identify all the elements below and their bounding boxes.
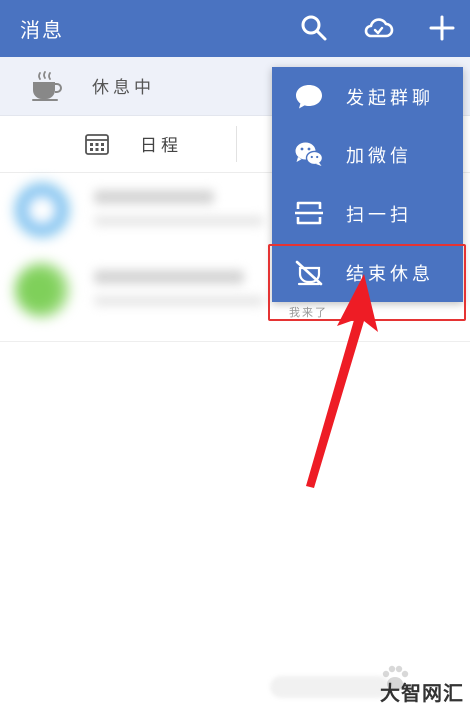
scan-icon — [295, 201, 323, 225]
menu-item-label: 加微信 — [346, 146, 412, 167]
watermark-pill — [270, 676, 390, 698]
list-item[interactable] — [0, 176, 300, 238]
list-divider — [0, 341, 470, 342]
menu-item-label: 扫一扫 — [346, 205, 412, 226]
cloud-icon[interactable] — [362, 12, 394, 44]
menu-item-scan[interactable]: 扫一扫 — [272, 184, 463, 242]
avatar — [14, 262, 70, 318]
calendar-icon — [85, 134, 109, 155]
avatar — [14, 182, 70, 238]
plus-icon[interactable] — [426, 12, 458, 44]
search-icon[interactable] — [298, 12, 330, 44]
chat-bubble-icon — [296, 85, 322, 109]
list-item-title — [94, 190, 214, 204]
wechat-icon — [295, 142, 324, 166]
highlight-box — [268, 244, 466, 321]
coffee-cup-icon — [32, 71, 62, 101]
menu-item-start-group-chat[interactable]: 发起群聊 — [272, 67, 463, 125]
list-item-title — [94, 270, 244, 284]
page-title: 消息 — [20, 18, 64, 42]
tab-divider — [236, 126, 237, 162]
menu-item-label: 发起群聊 — [346, 88, 434, 109]
top-bar: 消息 — [0, 0, 470, 57]
rest-status-label: 休息中 — [92, 78, 155, 98]
menu-item-add-wechat[interactable]: 加微信 — [272, 125, 463, 183]
list-item-preview — [94, 216, 264, 226]
list-item[interactable] — [0, 256, 300, 318]
list-item-preview — [94, 296, 264, 306]
watermark-text: 大智网汇 — [380, 681, 464, 705]
tab-schedule[interactable]: 日程 — [140, 131, 182, 156]
